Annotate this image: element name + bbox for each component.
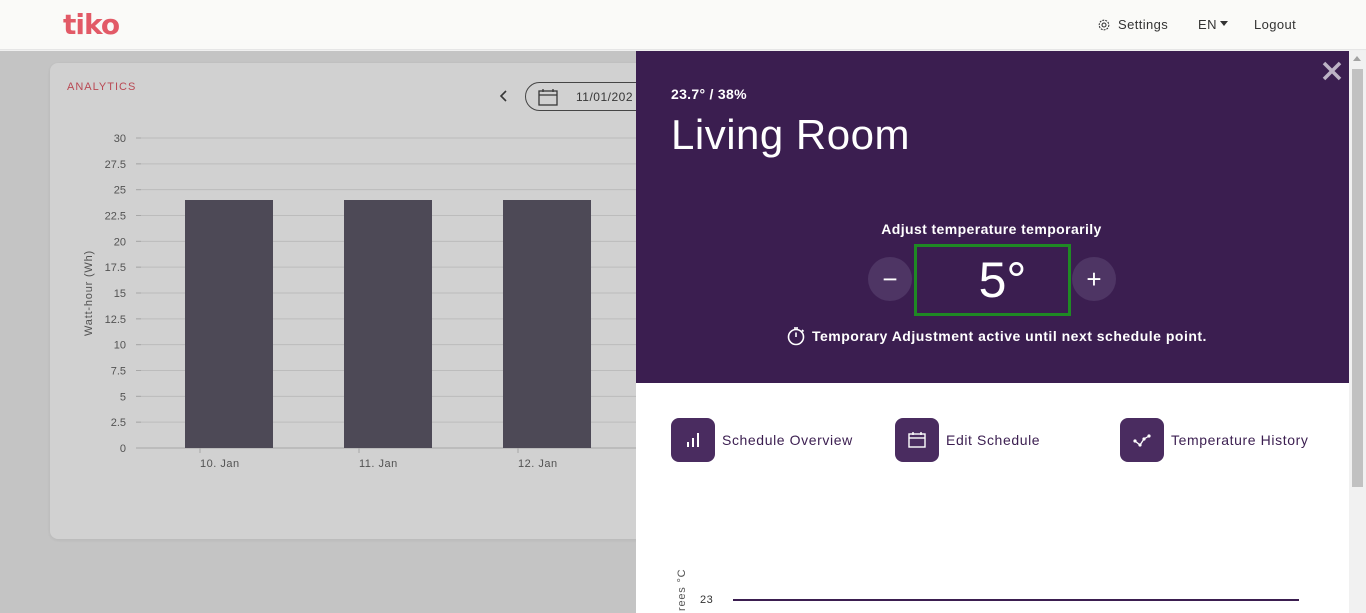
adjust-label-text: Adjust temperature temporarily bbox=[881, 221, 1102, 237]
close-icon[interactable] bbox=[1321, 60, 1343, 82]
language-label: EN bbox=[1198, 17, 1217, 32]
room-panel: 23.7° / 38% Living Room Adjust temperatu… bbox=[636, 51, 1349, 613]
line-chart-icon bbox=[1120, 418, 1164, 462]
scroll-up-arrow-icon[interactable] bbox=[1353, 56, 1361, 61]
calendar-icon bbox=[895, 418, 939, 462]
schedule-overview-button[interactable]: Schedule Overview bbox=[671, 418, 853, 462]
modal-backdrop[interactable] bbox=[0, 51, 636, 613]
temperature-display: 5° bbox=[914, 244, 1071, 316]
history-axis-title: rees °C bbox=[676, 568, 688, 611]
top-navbar: tiko Settings EN Logout bbox=[0, 0, 1366, 50]
room-header: 23.7° / 38% Living Room Adjust temperatu… bbox=[636, 51, 1349, 383]
adjust-label: Adjust temperature temporarily bbox=[636, 221, 1349, 237]
logout-link[interactable]: Logout bbox=[1254, 17, 1296, 32]
bar-chart-icon bbox=[671, 418, 715, 462]
history-series-line bbox=[733, 599, 1299, 601]
tiko-logo[interactable]: tiko bbox=[63, 8, 120, 41]
decrease-temperature-button[interactable]: − bbox=[868, 257, 912, 301]
increase-temperature-button[interactable]: + bbox=[1072, 257, 1116, 301]
language-dropdown[interactable]: EN bbox=[1198, 17, 1228, 32]
temporary-adjustment-note: Temporary Adjustment active until next s… bbox=[786, 326, 1207, 346]
panel-scrollbar[interactable] bbox=[1349, 51, 1366, 613]
schedule-overview-label: Schedule Overview bbox=[722, 432, 853, 448]
settings-label: Settings bbox=[1118, 17, 1169, 32]
current-reading: 23.7° / 38% bbox=[671, 86, 747, 102]
settings-link[interactable]: Settings bbox=[1097, 17, 1168, 32]
room-name: Living Room bbox=[671, 111, 910, 158]
temporary-adjustment-text: Temporary Adjustment active until next s… bbox=[812, 328, 1207, 344]
gear-icon bbox=[1098, 19, 1110, 30]
timer-icon bbox=[787, 327, 805, 346]
temperature-history-label: Temperature History bbox=[1171, 432, 1309, 448]
history-y-tick: 23 bbox=[700, 594, 714, 606]
edit-schedule-button[interactable]: Edit Schedule bbox=[895, 418, 1040, 462]
temperature-value: 5° bbox=[978, 252, 1027, 308]
caret-down-icon bbox=[1219, 20, 1228, 26]
scroll-thumb[interactable] bbox=[1352, 69, 1363, 487]
temperature-history-button[interactable]: Temperature History bbox=[1120, 418, 1311, 462]
edit-schedule-label: Edit Schedule bbox=[946, 432, 1041, 448]
